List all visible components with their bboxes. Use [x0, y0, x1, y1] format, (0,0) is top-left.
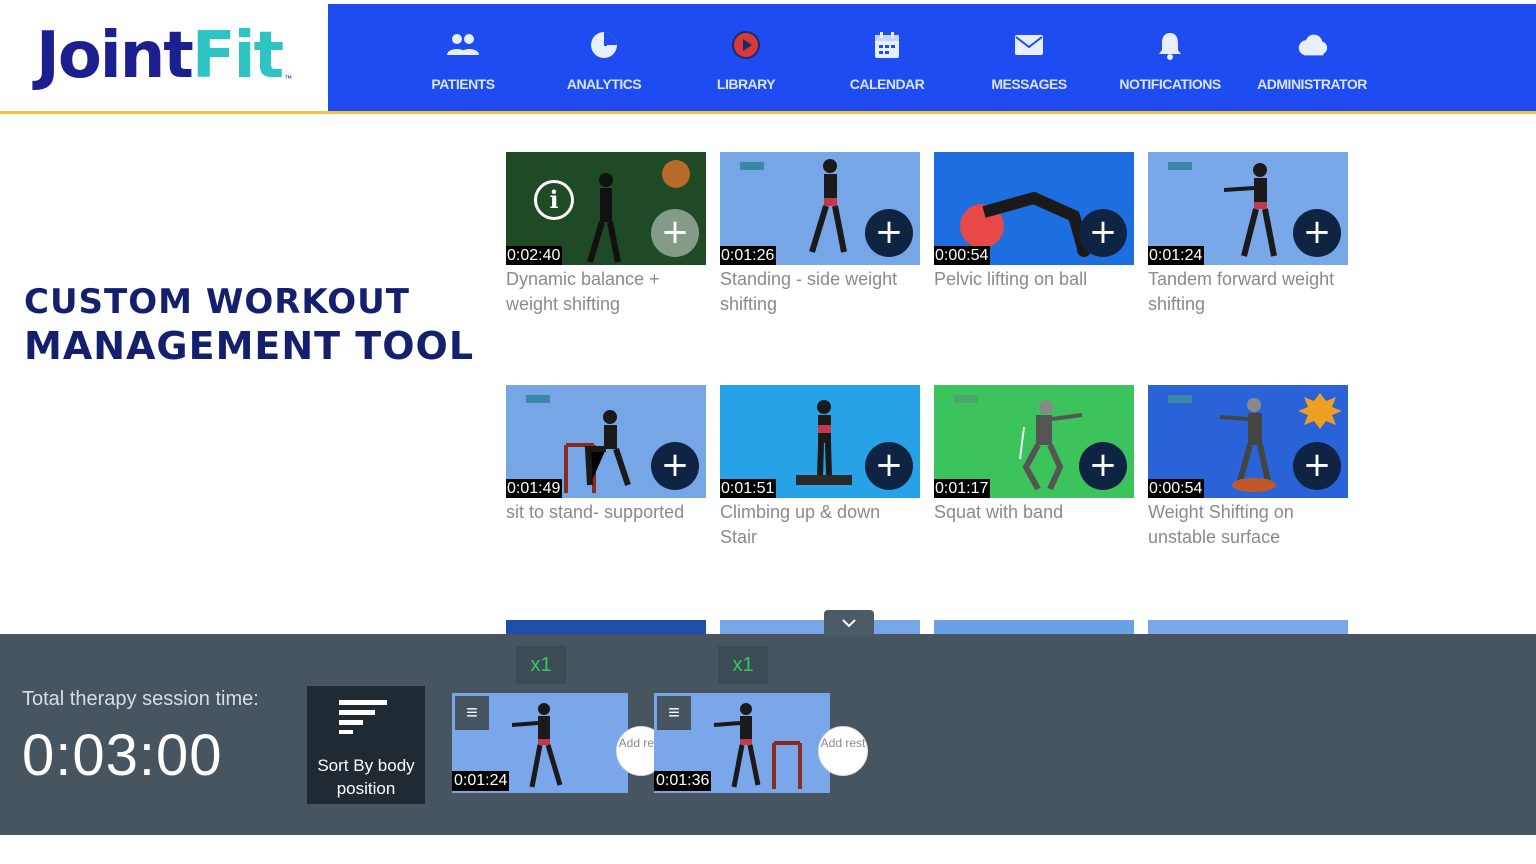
- play-icon: [729, 28, 763, 62]
- exercise-thumbnail[interactable]: + 0:01:26: [720, 152, 920, 265]
- add-exercise-button[interactable]: +: [1293, 442, 1341, 490]
- session-item-duration: 0:01:24: [452, 771, 510, 791]
- exercise-title: Pelvic lifting on ball: [934, 269, 1088, 289]
- exercise-thumbnail[interactable]: + 0:01:49: [506, 385, 706, 498]
- exercise-thumbnail-partial[interactable]: [1148, 620, 1348, 634]
- nav-patients[interactable]: PATIENTS: [408, 28, 518, 92]
- logo-trademark: ™: [284, 74, 293, 83]
- exercise-thumbnail[interactable]: + 0:00:54: [1148, 385, 1348, 498]
- nav-calendar[interactable]: CALENDAR: [832, 28, 942, 92]
- exercise-title: Tandem forward weight shifting: [1148, 269, 1335, 314]
- add-exercise-button[interactable]: +: [651, 209, 699, 257]
- exercise-thumbnail-partial[interactable]: [934, 620, 1134, 634]
- cloud-icon: [1295, 28, 1329, 62]
- add-exercise-button[interactable]: +: [865, 209, 913, 257]
- sort-icon: [339, 700, 391, 734]
- session-item[interactable]: ≡ 0:01:24: [452, 693, 628, 793]
- add-exercise-button[interactable]: +: [1079, 209, 1127, 257]
- nav-notifications[interactable]: NOTIFICATIONS: [1115, 28, 1225, 92]
- exercise-duration: 0:01:26: [720, 246, 777, 265]
- nav-analytics[interactable]: ANALYTICS: [549, 28, 659, 92]
- exercise-duration: 0:00:54: [1148, 479, 1205, 498]
- exercise-thumbnail[interactable]: i + 0:02:40: [506, 152, 706, 265]
- drag-handle-icon[interactable]: ≡: [455, 696, 489, 730]
- sort-label: Sort By body position: [317, 756, 415, 798]
- exercise-card[interactable]: i + 0:02:40 Dynamic balance + weight shi…: [506, 152, 706, 364]
- add-exercise-button[interactable]: +: [865, 442, 913, 490]
- session-item-duration: 0:01:36: [654, 771, 712, 791]
- add-exercise-button[interactable]: +: [1293, 209, 1341, 257]
- exercise-thumbnail[interactable]: + 0:01:51: [720, 385, 920, 498]
- nav-label: ADMINISTRATOR: [1257, 76, 1367, 92]
- add-rest-button[interactable]: Add rest: [818, 726, 868, 776]
- exercise-duration: 0:02:40: [506, 246, 563, 265]
- exercise-thumbnail[interactable]: + 0:01:17: [934, 385, 1134, 498]
- headline-line2: MANAGEMENT TOOL: [24, 324, 475, 368]
- patients-icon: [446, 28, 480, 62]
- exercise-duration: 0:01:24: [1148, 246, 1205, 265]
- nav-messages[interactable]: MESSAGES: [974, 28, 1084, 92]
- nav-label: ANALYTICS: [566, 76, 642, 92]
- exercise-duration: 0:00:54: [934, 246, 991, 265]
- reps-badge[interactable]: x1: [516, 646, 566, 684]
- collapse-panel-button[interactable]: [824, 610, 874, 636]
- nav-label: NOTIFICATIONS: [1119, 76, 1221, 92]
- chevron-down-icon: [842, 619, 856, 628]
- exercise-thumbnail-partial[interactable]: [506, 620, 706, 634]
- drag-handle-icon[interactable]: ≡: [657, 696, 691, 730]
- exercise-title: Weight Shifting on unstable surface: [1148, 502, 1294, 547]
- bell-icon: [1153, 28, 1187, 62]
- session-item[interactable]: ≡ 0:01:36: [654, 693, 830, 793]
- exercise-title: Standing - side weight shifting: [720, 269, 898, 314]
- nav-label: LIBRARY: [716, 76, 776, 92]
- app-root: { "brand": { "part1": "Joint", "part2": …: [0, 0, 1536, 864]
- nav-label: PATIENTS: [431, 76, 495, 92]
- exercise-title: Dynamic balance + weight shifting: [506, 269, 660, 314]
- logo-text-joint: Joint: [36, 18, 194, 93]
- nav-library[interactable]: LIBRARY: [691, 28, 801, 92]
- exercise-title: Climbing up & down Stair: [720, 502, 881, 547]
- top-navbar: PATIENTS ANALYTICS LIBRARY CALENDAR MESS…: [328, 4, 1536, 114]
- exercise-duration: 0:01:17: [934, 479, 991, 498]
- session-time-label: Total therapy session time:: [22, 688, 259, 710]
- exercise-card[interactable]: + 0:01:26 Standing - side weight shiftin…: [720, 152, 920, 364]
- pie-chart-icon: [587, 28, 621, 62]
- exercise-card[interactable]: + 0:01:49 sit to stand- supported: [506, 385, 706, 597]
- session-time-value: 0:03:00: [22, 723, 223, 788]
- sort-by-body-position-button[interactable]: Sort By body position: [307, 686, 425, 804]
- exercise-card[interactable]: + 0:00:54 Pelvic lifting on ball: [934, 152, 1134, 364]
- exercise-thumbnail[interactable]: + 0:01:24: [1148, 152, 1348, 265]
- exercise-thumbnail-partial[interactable]: [720, 620, 920, 634]
- exercise-duration: 0:01:51: [720, 479, 777, 498]
- exercise-thumbnail[interactable]: + 0:00:54: [934, 152, 1134, 265]
- nav-label: MESSAGES: [991, 76, 1067, 92]
- exercise-card[interactable]: + 0:01:51 Climbing up & down Stair: [720, 385, 920, 597]
- exercise-card[interactable]: + 0:01:17 Squat with band: [934, 385, 1134, 597]
- headline-line1: CUSTOM WORKOUT: [24, 282, 410, 322]
- exercise-title: Squat with band: [934, 502, 1064, 522]
- add-exercise-button[interactable]: +: [651, 442, 699, 490]
- envelope-icon: [1012, 28, 1046, 62]
- reps-badge[interactable]: x1: [718, 646, 768, 684]
- add-exercise-button[interactable]: +: [1079, 442, 1127, 490]
- exercise-card[interactable]: + 0:00:54 Weight Shifting on unstable su…: [1148, 385, 1348, 597]
- calendar-icon: [870, 28, 904, 62]
- exercise-card[interactable]: + 0:01:24 Tandem forward weight shifting: [1148, 152, 1348, 364]
- nav-administrator[interactable]: ADMINISTRATOR: [1257, 28, 1367, 92]
- nav-label: CALENDAR: [849, 76, 925, 92]
- logo[interactable]: Joint Fit ™: [0, 0, 328, 114]
- info-icon[interactable]: i: [534, 180, 574, 220]
- session-bar: Total therapy session time: 0:03:00 Sort…: [0, 634, 1536, 835]
- exercise-title: sit to stand- supported: [506, 502, 685, 522]
- exercise-duration: 0:01:49: [506, 479, 563, 498]
- logo-text-fit: Fit: [191, 18, 284, 93]
